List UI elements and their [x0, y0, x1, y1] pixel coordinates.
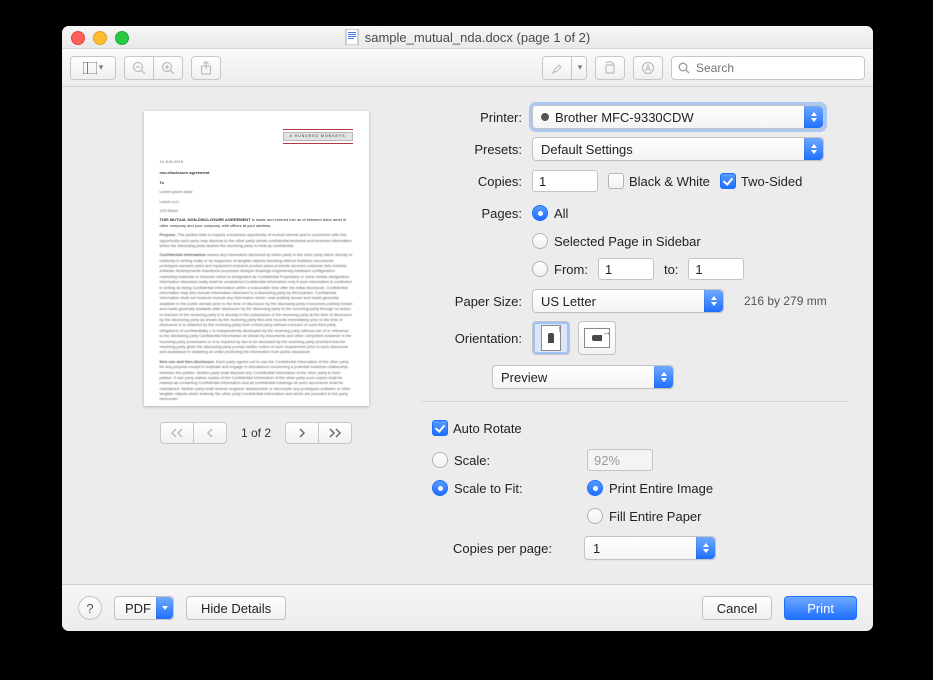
- paper-size-hint: 216 by 279 mm: [744, 294, 827, 308]
- close-window-button[interactable]: [71, 31, 85, 45]
- copies-field[interactable]: 1: [532, 170, 598, 192]
- orientation-portrait-button[interactable]: ↑: [532, 321, 570, 355]
- page-navigator: 1 of 2: [160, 422, 352, 444]
- next-page-button[interactable]: [285, 422, 319, 444]
- copies-label: Copies:: [422, 174, 522, 189]
- window-title: sample_mutual_nda.docx (page 1 of 2): [365, 30, 590, 45]
- print-entire-image-radio[interactable]: Print Entire Image: [587, 480, 713, 496]
- minimize-window-button[interactable]: [93, 31, 107, 45]
- zoom-out-icon: [132, 61, 146, 75]
- document-icon: [345, 29, 359, 45]
- thumbnail-logo: A HUNDRED MONKEYS: [283, 129, 353, 146]
- copies-per-page-select[interactable]: 1: [584, 536, 716, 560]
- titlebar: sample_mutual_nda.docx (page 1 of 2): [62, 26, 873, 49]
- scale-field: 92%: [587, 449, 653, 471]
- zoom-window-button[interactable]: [115, 31, 129, 45]
- pages-to-label: to:: [664, 262, 678, 277]
- prev-page-button[interactable]: [193, 422, 227, 444]
- fill-entire-paper-radio[interactable]: Fill Entire Paper: [587, 508, 701, 524]
- rotate-button[interactable]: [595, 56, 625, 80]
- scale-to-fit-radio[interactable]: Scale to Fit:: [432, 480, 587, 496]
- preview-pane: A HUNDRED MONKEYS 10 JUN 2019 non-disclo…: [62, 87, 422, 587]
- section-divider: [422, 401, 849, 402]
- first-page-button[interactable]: [160, 422, 194, 444]
- print-button[interactable]: Print: [784, 596, 857, 620]
- copies-per-page-label: Copies per page:: [422, 541, 552, 556]
- highlight-menu-button[interactable]: ▾: [571, 56, 587, 80]
- pages-all-radio[interactable]: All: [532, 205, 568, 221]
- orientation-landscape-button[interactable]: →: [578, 321, 616, 355]
- share-icon: [200, 61, 212, 75]
- search-field[interactable]: [671, 56, 865, 80]
- markup-icon: [641, 61, 655, 75]
- paper-size-label: Paper Size:: [422, 294, 522, 309]
- search-icon: [678, 62, 690, 74]
- markup-button[interactable]: [633, 56, 663, 80]
- pages-from-field[interactable]: 1: [598, 258, 654, 280]
- pages-label: Pages:: [422, 206, 522, 221]
- print-dialog-window: sample_mutual_nda.docx (page 1 of 2) ▾: [62, 26, 873, 631]
- auto-rotate-checkbox[interactable]: Auto Rotate: [432, 420, 522, 436]
- options-section-select[interactable]: Preview: [492, 365, 674, 389]
- hide-details-button[interactable]: Hide Details: [186, 596, 286, 620]
- pages-range-radio[interactable]: From:: [532, 261, 588, 277]
- highlight-icon: [551, 61, 563, 75]
- view-mode-button[interactable]: ▾: [70, 56, 116, 80]
- presets-select[interactable]: Default Settings: [532, 137, 824, 161]
- printer-label: Printer:: [422, 110, 522, 125]
- two-sided-checkbox[interactable]: Two-Sided: [720, 173, 802, 189]
- search-input[interactable]: [694, 60, 858, 76]
- pages-selected-radio[interactable]: Selected Page in Sidebar: [532, 233, 701, 249]
- chevron-right-icon: [297, 428, 307, 438]
- window-controls: [71, 31, 129, 45]
- orientation-label: Orientation:: [422, 331, 522, 346]
- pages-to-field[interactable]: 1: [688, 258, 744, 280]
- paper-size-select[interactable]: US Letter: [532, 289, 724, 313]
- rotate-icon: [603, 61, 617, 75]
- zoom-out-button[interactable]: [124, 56, 154, 80]
- printer-select[interactable]: Brother MFC-9330CDW: [532, 105, 824, 129]
- print-options-form: Printer: Brother MFC-9330CDW Presets: De…: [422, 87, 873, 587]
- page-thumbnail[interactable]: A HUNDRED MONKEYS 10 JUN 2019 non-disclo…: [144, 111, 369, 406]
- help-button[interactable]: ?: [78, 596, 102, 620]
- bw-checkbox[interactable]: Black & White: [608, 173, 710, 189]
- dialog-footer: ? PDF Hide Details Cancel Print: [62, 584, 873, 631]
- zoom-in-icon: [161, 61, 175, 75]
- share-button[interactable]: [191, 56, 221, 80]
- zoom-in-button[interactable]: [153, 56, 183, 80]
- portrait-icon: ↑: [541, 325, 561, 351]
- presets-label: Presets:: [422, 142, 522, 157]
- pdf-menu[interactable]: PDF: [114, 596, 174, 620]
- highlight-button[interactable]: [542, 56, 572, 80]
- page-indicator: 1 of 2: [241, 426, 271, 440]
- chevron-left-icon: [205, 428, 215, 438]
- first-page-icon: [170, 428, 184, 438]
- scale-radio[interactable]: Scale:: [432, 452, 587, 468]
- last-page-button[interactable]: [318, 422, 352, 444]
- toolbar: ▾ ▾: [62, 49, 873, 87]
- cancel-button[interactable]: Cancel: [702, 596, 772, 620]
- last-page-icon: [328, 428, 342, 438]
- landscape-icon: →: [584, 328, 610, 348]
- sidebar-icon: [83, 62, 97, 74]
